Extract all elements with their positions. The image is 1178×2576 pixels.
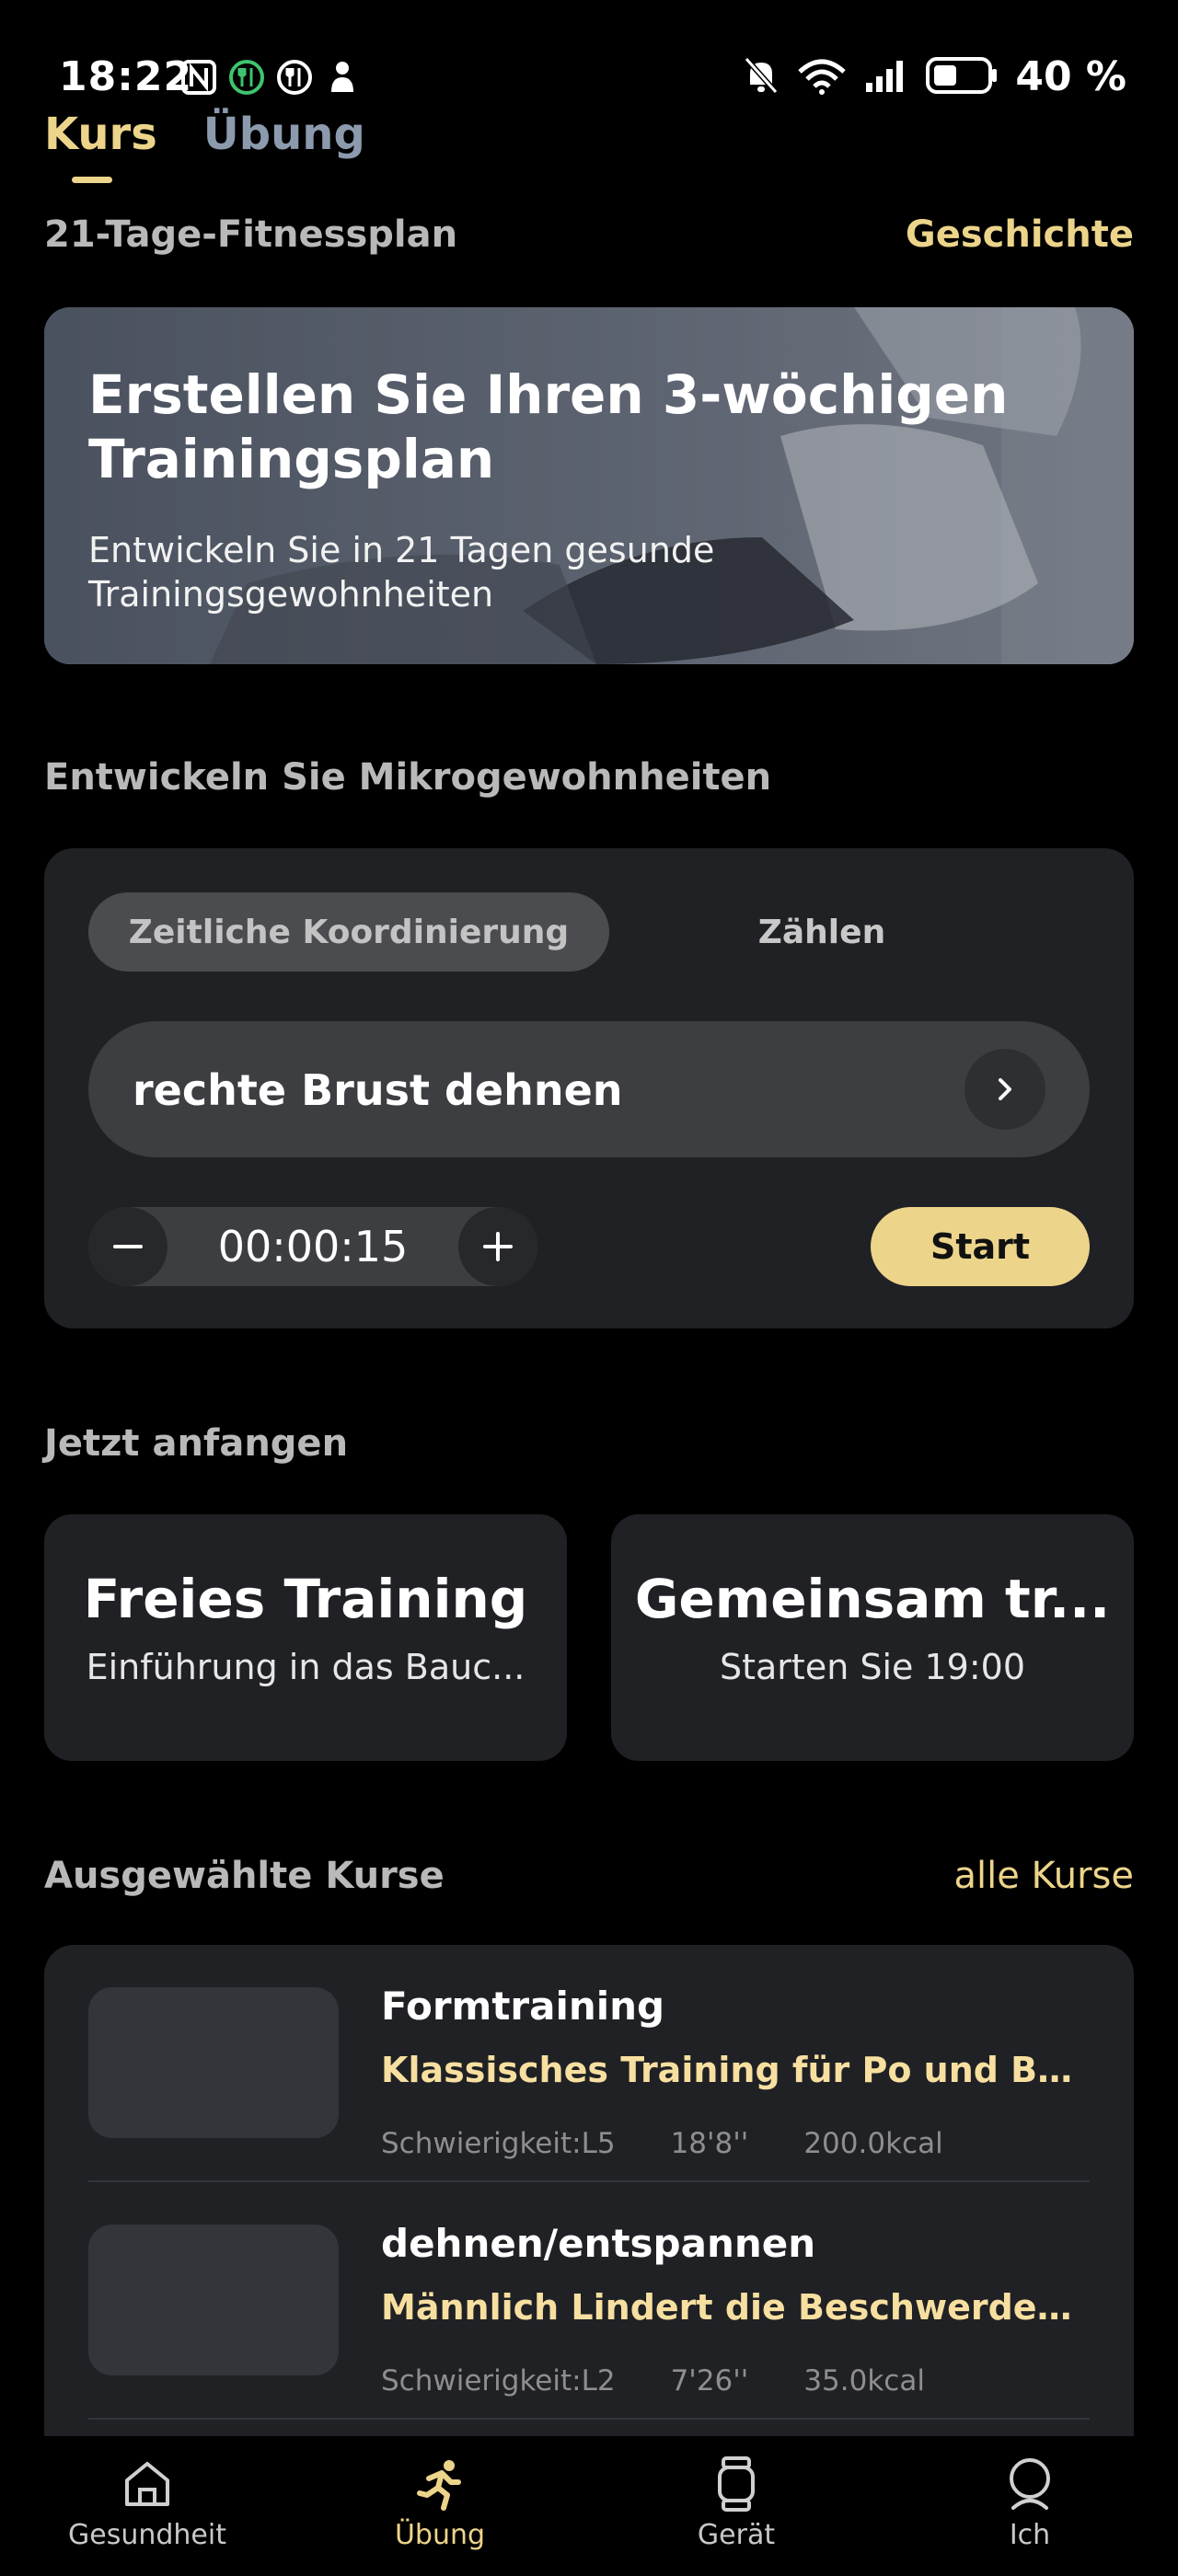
plan-title: 21-Tage-Fitnessplan xyxy=(44,213,458,256)
featured-header: Ausgewählte Kurse alle Kurse xyxy=(44,1855,1134,1897)
banner-title: Erstellen Sie Ihren 3-wöchigen Trainings… xyxy=(88,363,1009,490)
segment-timing[interactable]: Zeitliche Koordinierung xyxy=(88,892,609,972)
user-icon xyxy=(1000,2455,1059,2513)
all-courses-link[interactable]: alle Kurse xyxy=(953,1855,1134,1897)
free-training-title: Freies Training xyxy=(83,1568,528,1630)
home-heart-icon xyxy=(118,2455,177,2513)
chevron-right-icon[interactable] xyxy=(964,1049,1045,1130)
battery-icon xyxy=(925,55,999,99)
minus-icon[interactable] xyxy=(88,1207,167,1286)
nfc-icon xyxy=(180,59,217,96)
mute-bell-icon xyxy=(743,55,780,99)
fork-knife-active-icon xyxy=(228,59,265,96)
banner-subtitle: Entwickeln Sie in 21 Tagen gesunde Train… xyxy=(88,530,715,615)
exercise-selector[interactable]: rechte Brust dehnen xyxy=(88,1021,1090,1157)
duration-stepper: 00:00:15 xyxy=(88,1207,537,1286)
micro-habits-title: Entwickeln Sie Mikrogewohnheiten xyxy=(44,756,772,799)
signal-icon xyxy=(864,57,908,98)
training-plan-banner[interactable]: Erstellen Sie Ihren 3-wöchigen Trainings… xyxy=(44,307,1134,664)
course-description: Klassisches Training für Po und Bei... xyxy=(381,2050,1080,2090)
status-bar: 18:22 40 % xyxy=(0,0,1178,110)
nav-uebung[interactable]: Übung xyxy=(329,2455,550,2551)
group-training-card[interactable]: Gemeinsam tr... Starten Sie 19:00 xyxy=(611,1514,1134,1761)
top-tabs: Kurs Übung xyxy=(44,109,365,160)
free-training-subtitle: Einführung in das Bauc... xyxy=(86,1647,525,1687)
plan-header: 21-Tage-Fitnessplan Geschichte xyxy=(44,213,1134,256)
nav-gesundheit[interactable]: Gesundheit xyxy=(37,2455,258,2551)
nav-label: Übung xyxy=(394,2519,486,2551)
course-difficulty: Schwierigkeit:L2 xyxy=(381,2364,616,2398)
course-description: Männlich Lindert die Beschwerden ... xyxy=(381,2287,1080,2328)
start-now-title: Jetzt anfangen xyxy=(44,1422,349,1465)
course-kcal: 200.0kcal xyxy=(803,2127,943,2160)
nav-label: Ich xyxy=(1009,2519,1051,2551)
course-name: dehnen/entspannen xyxy=(381,2221,816,2266)
wifi-6-icon xyxy=(796,55,848,99)
free-training-card[interactable]: Freies Training Einführung in das Bauc..… xyxy=(44,1514,567,1761)
duration-value: 00:00:15 xyxy=(217,1222,409,1271)
course-difficulty: Schwierigkeit:L5 xyxy=(381,2127,616,2160)
nav-geraet[interactable]: Gerät xyxy=(626,2455,847,2551)
baby-icon xyxy=(324,59,361,96)
course-kcal: 35.0kcal xyxy=(803,2364,925,2398)
nav-label: Gesundheit xyxy=(68,2519,226,2551)
course-name: Formtraining xyxy=(381,1984,665,2029)
course-thumbnail xyxy=(88,2225,339,2375)
course-meta: Schwierigkeit:L5 18'8'' 200.0kcal xyxy=(381,2127,943,2160)
micro-habits-card: Zeitliche Koordinierung Zählen rechte Br… xyxy=(44,848,1134,1328)
course-duration: 7'26'' xyxy=(670,2364,749,2398)
battery-percent: 40 % xyxy=(1015,53,1126,100)
status-time: 18:22 xyxy=(59,53,193,100)
nav-ich[interactable]: Ich xyxy=(919,2455,1140,2551)
tab-indicator xyxy=(72,177,112,183)
segment-counting[interactable]: Zählen xyxy=(633,892,1011,972)
featured-title: Ausgewählte Kurse xyxy=(44,1855,445,1897)
course-duration: 18'8'' xyxy=(670,2127,749,2160)
course-meta: Schwierigkeit:L2 7'26'' 35.0kcal xyxy=(381,2364,925,2398)
start-button[interactable]: Start xyxy=(871,1207,1090,1286)
status-left-icons xyxy=(180,59,361,96)
nav-label: Gerät xyxy=(697,2519,776,2551)
exercise-label: rechte Brust dehnen xyxy=(133,1065,623,1115)
fork-knife-icon xyxy=(276,59,313,96)
courses-list: Formtraining Klassisches Training für Po… xyxy=(44,1945,1134,2442)
bottom-nav: Gesundheit Übung Gerät Ich xyxy=(0,2436,1178,2576)
course-item[interactable]: Formtraining Klassisches Training für Po… xyxy=(88,1945,1090,2182)
watch-icon xyxy=(707,2455,766,2513)
tab-kurs[interactable]: Kurs xyxy=(44,109,157,160)
running-icon xyxy=(410,2455,469,2513)
tab-uebung[interactable]: Übung xyxy=(203,109,365,160)
status-right: 40 % xyxy=(743,53,1126,100)
course-item[interactable]: dehnen/entspannen Männlich Lindert die B… xyxy=(88,2182,1090,2420)
course-thumbnail xyxy=(88,1987,339,2138)
history-link[interactable]: Geschichte xyxy=(906,213,1134,256)
group-training-subtitle: Starten Sie 19:00 xyxy=(719,1647,1026,1687)
plus-icon[interactable] xyxy=(458,1207,537,1286)
group-training-title: Gemeinsam tr... xyxy=(634,1568,1111,1630)
